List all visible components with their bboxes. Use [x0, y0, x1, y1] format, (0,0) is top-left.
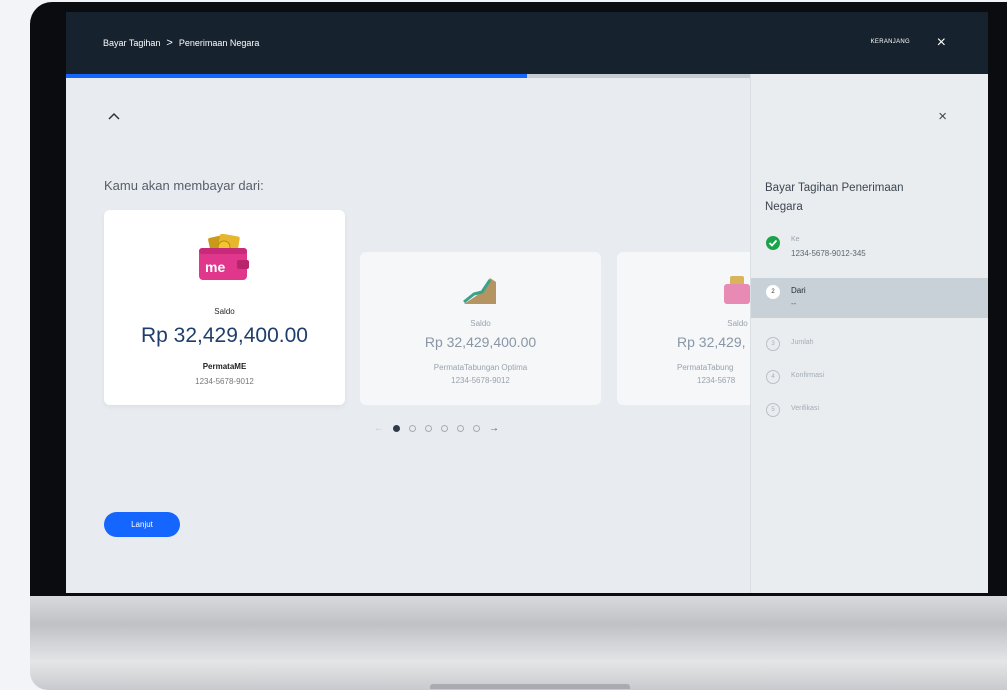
prev-arrow-icon[interactable]: ← [374, 423, 384, 434]
step-item: 3 Jumlah [751, 328, 988, 360]
step-number-icon: 2 [766, 285, 780, 299]
close-icon[interactable]: × [937, 34, 946, 52]
growth-chart-icon [463, 278, 496, 304]
wallet-icon [724, 276, 750, 304]
svg-text:me: me [205, 259, 225, 275]
step-number-icon: 4 [766, 370, 780, 384]
step-number-icon: 3 [766, 337, 780, 351]
next-arrow-icon[interactable]: → [489, 423, 499, 434]
balance-label: Saldo [470, 319, 491, 328]
wallet-icon: me [199, 234, 249, 280]
payment-source-heading: Kamu akan membayar dari: [104, 178, 264, 193]
account-name: PermataTabung [677, 363, 734, 372]
chevron-up-icon[interactable] [106, 108, 122, 124]
step-detail: 1234-5678-9012-345 [791, 249, 866, 258]
balance-label: Saldo [214, 307, 235, 316]
account-number: 1234-5678-9012 [195, 377, 254, 386]
pagination-dot[interactable] [393, 424, 400, 432]
chevron-right-icon: > [166, 37, 173, 49]
check-icon [766, 236, 780, 250]
step-label: Ke [791, 236, 800, 243]
laptop-base [30, 596, 1007, 690]
step-number-icon: 5 [766, 403, 780, 417]
step-detail: -- [791, 299, 797, 308]
step-item: 4 Konfirmasi [751, 361, 988, 393]
step-label: Verifikasi [791, 405, 820, 412]
step-item: 2 Dari -- [751, 278, 988, 318]
step-label: Jumlah [791, 339, 814, 346]
close-icon[interactable]: × [938, 108, 947, 125]
breadcrumb-current: Penerimaan Negara [178, 38, 260, 48]
carousel-pagination: ← → [374, 422, 499, 434]
app-screen: Bayar Tagihan > Penerimaan Negara KERANJAN… [66, 12, 988, 593]
step-item: 5 Verifikasi [751, 394, 988, 426]
step-item: Ke 1234-5678-9012-345 [751, 230, 988, 262]
cart-link[interactable]: KERANJANG [871, 39, 910, 45]
account-card-permatame[interactable]: me Saldo Rp 32,429,400.00 PermataME 1234… [104, 210, 345, 405]
account-card-tabungan-optima[interactable]: Saldo Rp 32,429,400.00 PermataTabungan O… [360, 252, 601, 405]
steps-panel: × Bayar Tagihan Penerimaan Negara Ke 1234… [750, 74, 988, 593]
account-name: PermataTabungan Optima [433, 363, 528, 372]
steps-title: Bayar Tagihan Penerimaan Negara [765, 182, 904, 213]
breadcrumb: Bayar Tagihan > Penerimaan Negara [103, 37, 259, 49]
pagination-dot[interactable] [441, 424, 448, 432]
pagination-dot[interactable] [409, 424, 416, 432]
pagination-dot[interactable] [457, 424, 464, 432]
pagination-dot[interactable] [425, 424, 432, 432]
next-button[interactable]: Lanjut [104, 512, 180, 537]
progress-fill [66, 74, 527, 78]
balance-amount: Rp 32,429,400.00 [141, 324, 308, 347]
breadcrumb-parent[interactable]: Bayar Tagihan [103, 38, 160, 48]
account-number: 1234-5678-9012 [451, 376, 510, 385]
account-number: 1234-5678 [697, 376, 736, 385]
step-label: Dari [791, 286, 806, 295]
account-name: PermataME [202, 362, 247, 371]
top-bar: Bayar Tagihan > Penerimaan Negara KERANJAN… [66, 12, 988, 74]
pagination-dot[interactable] [473, 424, 480, 432]
laptop-notch [430, 684, 630, 689]
step-label: Konfirmasi [791, 372, 825, 379]
balance-amount: Rp 32,429,400.00 [424, 334, 537, 350]
balance-amount: Rp 32,429, [677, 334, 746, 350]
